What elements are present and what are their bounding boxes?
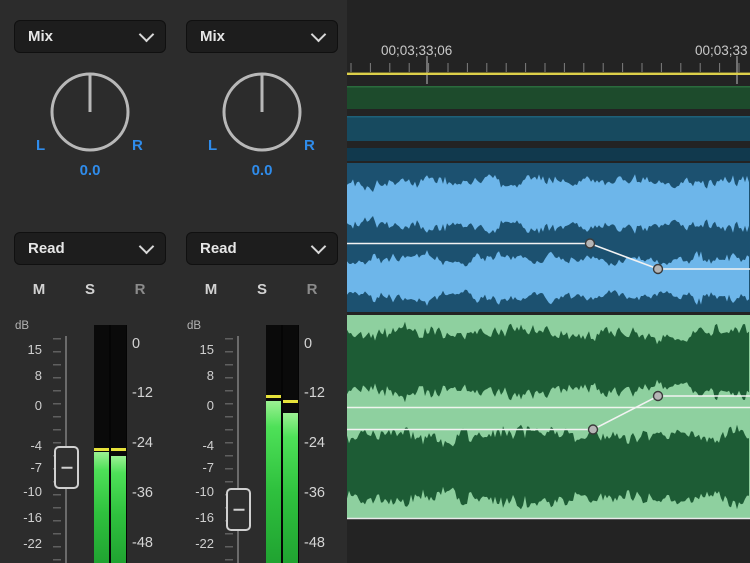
mute-button[interactable]: M: [27, 281, 51, 298]
record-arm-button[interactable]: R: [300, 281, 324, 298]
meter-scale-label: -48: [132, 535, 153, 551]
fader-handle[interactable]: [54, 446, 79, 489]
input-assign-value: Mix: [200, 28, 225, 45]
automation-mode-value: Read: [28, 240, 65, 257]
automation-mode-dropdown[interactable]: Read: [186, 232, 338, 265]
channel-strip-1: Mix L R 0.0 Read M S R dB 15 8 0 -4 -7 -…: [8, 0, 172, 563]
meter-scale-label: -48: [304, 535, 325, 551]
chevron-down-icon: [139, 26, 155, 42]
pan-value[interactable]: 0.0: [180, 162, 344, 179]
record-arm-button[interactable]: R: [128, 281, 152, 298]
meter-scale-label: 0: [132, 336, 140, 352]
audio-mixer-and-timeline: Mix L R 0.0 Read M S R dB 15 8 0 -4 -7 -…: [0, 0, 750, 563]
fader-scale-label: -22: [8, 536, 42, 551]
fader-scale-label: -7: [8, 460, 42, 475]
mute-button[interactable]: M: [199, 281, 223, 298]
fader-scale-label: 8: [180, 368, 214, 383]
meter-scale-label: -12: [304, 385, 325, 401]
meter-bar-right: [111, 325, 126, 563]
solo-button[interactable]: S: [250, 281, 274, 298]
fader-scale-label: -16: [180, 510, 214, 525]
timeline-panel[interactable]: 00;03;33;06 00;03;33: [347, 0, 750, 563]
fader-scale-label: -10: [180, 484, 214, 499]
fader-scale-label: 0: [180, 398, 214, 413]
pan-knob[interactable]: [40, 62, 140, 162]
meter-bar-right: [283, 325, 298, 563]
fader-scale-label: -22: [180, 536, 214, 551]
automation-mode-value: Read: [200, 240, 237, 257]
chevron-down-icon: [311, 26, 327, 42]
meter-bar-left: [266, 325, 281, 563]
level-meter: [94, 325, 127, 563]
chevron-down-icon: [311, 238, 327, 254]
fader-scale-label: -7: [180, 460, 214, 475]
fader-handle[interactable]: [226, 488, 251, 531]
fader-scale-label: 0: [8, 398, 42, 413]
chevron-down-icon: [139, 238, 155, 254]
automation-mode-dropdown[interactable]: Read: [14, 232, 166, 265]
db-unit-label: dB: [187, 320, 201, 332]
input-assign-dropdown[interactable]: Mix: [186, 20, 338, 53]
db-unit-label: dB: [15, 320, 29, 332]
fader-scale-label: -4: [180, 438, 214, 453]
pan-left-label: L: [208, 137, 217, 154]
meter-scale-label: 0: [304, 336, 312, 352]
meter-scale-label: -24: [304, 435, 325, 451]
fader-scale-label: 15: [180, 342, 214, 357]
level-meter: [266, 325, 299, 563]
pan-value[interactable]: 0.0: [8, 162, 172, 179]
input-assign-value: Mix: [28, 28, 53, 45]
meter-scale-label: -36: [132, 485, 153, 501]
fader-scale-label: 15: [8, 342, 42, 357]
channel-strip-2: Mix L R 0.0 Read M S R dB 15 8 0 -4 -7 -…: [180, 0, 344, 563]
fader-scale-label: -16: [8, 510, 42, 525]
solo-button[interactable]: S: [78, 281, 102, 298]
pan-right-label: R: [304, 137, 315, 154]
pan-knob[interactable]: [212, 62, 312, 162]
meter-bar-left: [94, 325, 109, 563]
meter-scale-label: -24: [132, 435, 153, 451]
timeline-canvas[interactable]: [347, 0, 750, 563]
meter-scale-label: -36: [304, 485, 325, 501]
fader-scale-label: 8: [8, 368, 42, 383]
meter-scale-label: -12: [132, 385, 153, 401]
fader-scale-label: -10: [8, 484, 42, 499]
pan-right-label: R: [132, 137, 143, 154]
fader-scale-label: -4: [8, 438, 42, 453]
input-assign-dropdown[interactable]: Mix: [14, 20, 166, 53]
pan-left-label: L: [36, 137, 45, 154]
